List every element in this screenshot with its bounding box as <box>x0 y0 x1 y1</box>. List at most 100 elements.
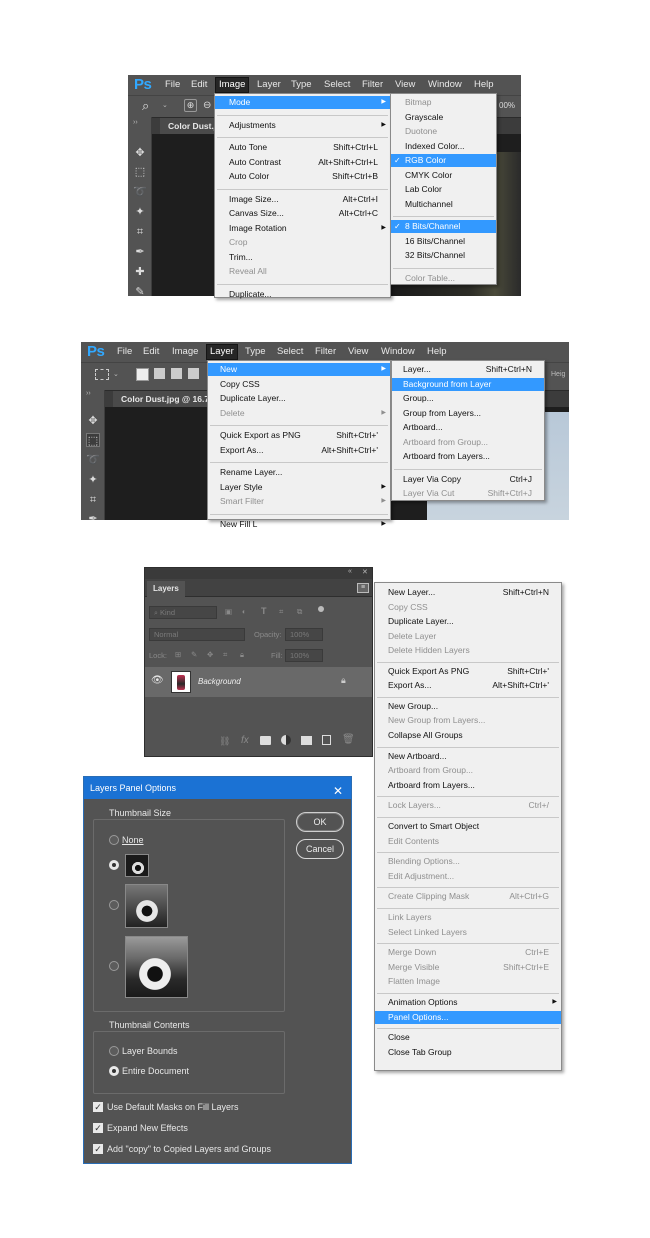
menu-item-16-bits-channel[interactable]: 16 Bits/Channel <box>391 235 496 248</box>
menu-item-lock-layers[interactable]: Lock Layers... Ctrl+/ <box>375 799 561 812</box>
menu-item-auto-color[interactable]: Auto Color Shift+Ctrl+B <box>215 170 390 183</box>
menu-item-rename-layer[interactable]: Rename Layer... <box>208 466 390 479</box>
menu-item-collapse-all-groups[interactable]: Collapse All Groups <box>375 729 561 742</box>
brush-tool-icon[interactable]: ✎ <box>133 285 147 296</box>
close-icon[interactable]: ✕ <box>333 780 343 802</box>
menu-item-32-bits-channel[interactable]: 32 Bits/Channel <box>391 249 496 262</box>
menu-file[interactable]: File <box>165 79 180 90</box>
menu-item-new-layer[interactable]: New Layer... Shift+Ctrl+N <box>375 586 561 599</box>
lock-position-icon[interactable]: ✥ <box>207 650 213 659</box>
menu-item-merge-visible[interactable]: Merge Visible Shift+Ctrl+E <box>375 961 561 974</box>
fill-input[interactable]: 100% <box>285 649 323 662</box>
expand-icon[interactable]: ›› <box>133 119 138 126</box>
menu-item-edit-contents[interactable]: Edit Contents <box>375 835 561 848</box>
menu-item-copy-css[interactable]: Copy CSS <box>375 601 561 614</box>
close-icon[interactable]: ✕ <box>362 568 368 576</box>
layer-bounds-label[interactable]: Layer Bounds <box>122 1046 178 1056</box>
menu-item-color-table[interactable]: Color Table... <box>391 272 496 285</box>
menu-view[interactable]: View <box>348 346 368 357</box>
menu-item-panel-options[interactable]: Panel Options... <box>375 1010 561 1024</box>
type-filter-icon[interactable]: T <box>261 606 267 616</box>
menu-item-layer-style[interactable]: Layer Style ▶ <box>208 481 390 494</box>
menu-item-artboard-from-layers[interactable]: Artboard from Layers... <box>375 779 561 792</box>
expand-new-effects-checkbox[interactable]: ✓ <box>93 1123 103 1133</box>
crop-tool-icon[interactable]: ⌗ <box>86 493 100 507</box>
menu-item-convert-to-smart-object[interactable]: Convert to Smart Object <box>375 820 561 833</box>
menu-layer[interactable]: Layer <box>257 79 281 90</box>
use-default-masks-label[interactable]: Use Default Masks on Fill Layers <box>107 1102 239 1112</box>
menu-item-export-as[interactable]: Export As... Alt+Shift+Ctrl+' <box>375 679 561 692</box>
menu-item-image-rotation[interactable]: Image Rotation ▶ <box>215 222 390 235</box>
panel-menu-icon[interactable]: ≡ <box>357 583 369 593</box>
smart-object-filter-icon[interactable]: ⧉ <box>297 607 302 617</box>
tab-layers[interactable]: Layers <box>147 581 185 597</box>
marquee-tool-icon[interactable]: ⬚ <box>86 433 100 447</box>
menu-item-lab-color[interactable]: Lab Color <box>391 183 496 196</box>
menu-item-rgb-color[interactable]: ✓ RGB Color <box>391 154 496 167</box>
zoom-tool-icon[interactable]: ⌕ <box>142 98 149 114</box>
layer-bounds-radio[interactable] <box>109 1046 119 1056</box>
entire-document-radio[interactable] <box>109 1066 119 1076</box>
menu-item-close-tab-group[interactable]: Close Tab Group <box>375 1046 561 1059</box>
expand-icon[interactable]: ›› <box>86 390 91 397</box>
menu-item-merge-down[interactable]: Merge Down Ctrl+E <box>375 946 561 959</box>
intersect-selection-icon[interactable] <box>188 368 199 379</box>
menu-item-image-size[interactable]: Image Size... Alt+Ctrl+I <box>215 193 390 206</box>
menu-item-8-bits-channel[interactable]: ✓ 8 Bits/Channel <box>391 220 496 233</box>
menu-view[interactable]: View <box>395 79 415 90</box>
menu-select[interactable]: Select <box>324 79 350 90</box>
menu-edit[interactable]: Edit <box>191 79 207 90</box>
new-group-icon[interactable] <box>301 736 312 745</box>
thumb-small-radio[interactable] <box>109 860 119 870</box>
zoom-in-icon[interactable]: ⊕ <box>184 99 197 112</box>
lock-pixels-icon[interactable]: ✎ <box>191 650 197 659</box>
menu-item-animation-options[interactable]: Animation Options ▶ <box>375 996 561 1009</box>
entire-document-label[interactable]: Entire Document <box>122 1066 189 1076</box>
pixel-filter-icon[interactable]: ▣ <box>225 607 232 616</box>
menu-item-edit-adjustment[interactable]: Edit Adjustment... <box>375 870 561 883</box>
opacity-input[interactable]: 100% <box>285 628 323 641</box>
menu-item-reveal-all[interactable]: Reveal All <box>215 265 390 278</box>
menu-item-quick-export-as-png[interactable]: Quick Export as PNG Shift+Ctrl+' <box>208 429 390 442</box>
menu-item-quick-export-as-png[interactable]: Quick Export As PNG Shift+Ctrl+' <box>375 665 561 678</box>
menu-item-close[interactable]: Close <box>375 1031 561 1044</box>
menu-type[interactable]: Type <box>291 79 312 90</box>
document-tab[interactable]: Color Dust.jpg @ 16.7 <box>113 391 218 407</box>
menu-image[interactable]: Image <box>214 77 250 93</box>
new-layer-icon[interactable] <box>322 735 331 745</box>
add-copy-checkbox[interactable]: ✓ <box>93 1144 103 1154</box>
menu-item-delete-hidden-layers[interactable]: Delete Hidden Layers <box>375 644 561 657</box>
menu-item-group-from-layers[interactable]: Group from Layers... <box>392 407 544 420</box>
menu-select[interactable]: Select <box>277 346 303 357</box>
collapse-icon[interactable]: « <box>348 568 352 575</box>
magic-wand-tool-icon[interactable]: ✦ <box>133 205 147 219</box>
thumb-none-radio[interactable] <box>109 835 119 845</box>
lock-all-icon[interactable]: 🔒︎ <box>240 650 244 660</box>
add-selection-icon[interactable] <box>154 368 165 379</box>
menu-image[interactable]: Image <box>172 346 198 357</box>
healing-tool-icon[interactable]: ✚ <box>133 265 147 279</box>
shape-filter-icon[interactable]: ⌗ <box>279 607 283 617</box>
menu-item-new-group-from-layers[interactable]: New Group from Layers... <box>375 714 561 727</box>
chevron-down-icon[interactable]: ⌄ <box>162 101 168 109</box>
zoom-out-icon[interactable]: ⊖ <box>203 100 211 111</box>
menu-help[interactable]: Help <box>474 79 494 90</box>
fx-icon[interactable]: fx <box>241 735 249 746</box>
lock-transparent-icon[interactable]: ⊞ <box>175 650 181 659</box>
eye-icon[interactable]: 👁︎ <box>151 675 164 686</box>
add-mask-icon[interactable] <box>260 736 271 745</box>
menu-item-indexed-color[interactable]: Indexed Color... <box>391 140 496 153</box>
menu-window[interactable]: Window <box>381 346 415 357</box>
menu-item-artboard-from-group[interactable]: Artboard from Group... <box>375 764 561 777</box>
adjustment-filter-icon[interactable]: ◐ <box>242 607 247 616</box>
menu-type[interactable]: Type <box>245 346 266 357</box>
menu-edit[interactable]: Edit <box>143 346 159 357</box>
menu-item-delete[interactable]: Delete ▶ <box>208 407 390 420</box>
menu-item-new-group[interactable]: New Group... <box>375 700 561 713</box>
menu-file[interactable]: File <box>117 346 132 357</box>
new-selection-icon[interactable] <box>136 368 149 381</box>
eyedropper-tool-icon[interactable]: ✒ <box>133 245 147 259</box>
chevron-down-icon[interactable]: ⌄ <box>113 370 119 378</box>
menu-item-artboard-from-group[interactable]: Artboard from Group... <box>392 436 544 449</box>
menu-item-multichannel[interactable]: Multichannel <box>391 198 496 211</box>
